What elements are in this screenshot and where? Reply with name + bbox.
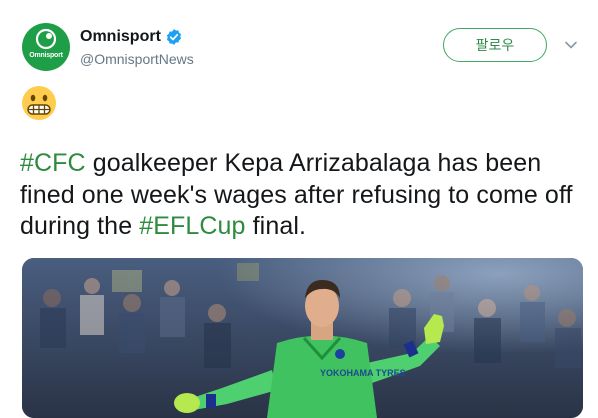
avatar[interactable]: Omnisport [22, 23, 70, 71]
jersey-sponsor-text: YOKOHAMA TYRES [320, 368, 406, 378]
tweet-photo[interactable]: YOKOHAMA TYRES [22, 258, 583, 418]
verified-badge-icon [166, 29, 181, 45]
tweet-card: Omnisport Omnisport @OmnisportNews 팔로우 #… [0, 0, 598, 418]
goalkeeper-photo: YOKOHAMA TYRES [22, 258, 583, 418]
grimacing-face-emoji-icon [22, 86, 56, 120]
follow-button[interactable]: 팔로우 [443, 28, 547, 62]
chevron-down-icon[interactable] [564, 38, 578, 52]
omnisport-logo-icon [35, 28, 57, 50]
author-name-row[interactable]: Omnisport [80, 27, 183, 47]
display-name[interactable]: Omnisport [80, 28, 161, 46]
hashtag-link[interactable]: #EFLCup [139, 212, 245, 240]
hashtag-link[interactable]: #CFC [20, 149, 86, 177]
account-handle[interactable]: @OmnisportNews [80, 51, 194, 67]
avatar-logo-text: Omnisport [29, 52, 63, 59]
tweet-text-segment: final. [245, 212, 307, 240]
tweet-text: #CFC goalkeeper Kepa Arrizabalaga has be… [20, 148, 580, 243]
